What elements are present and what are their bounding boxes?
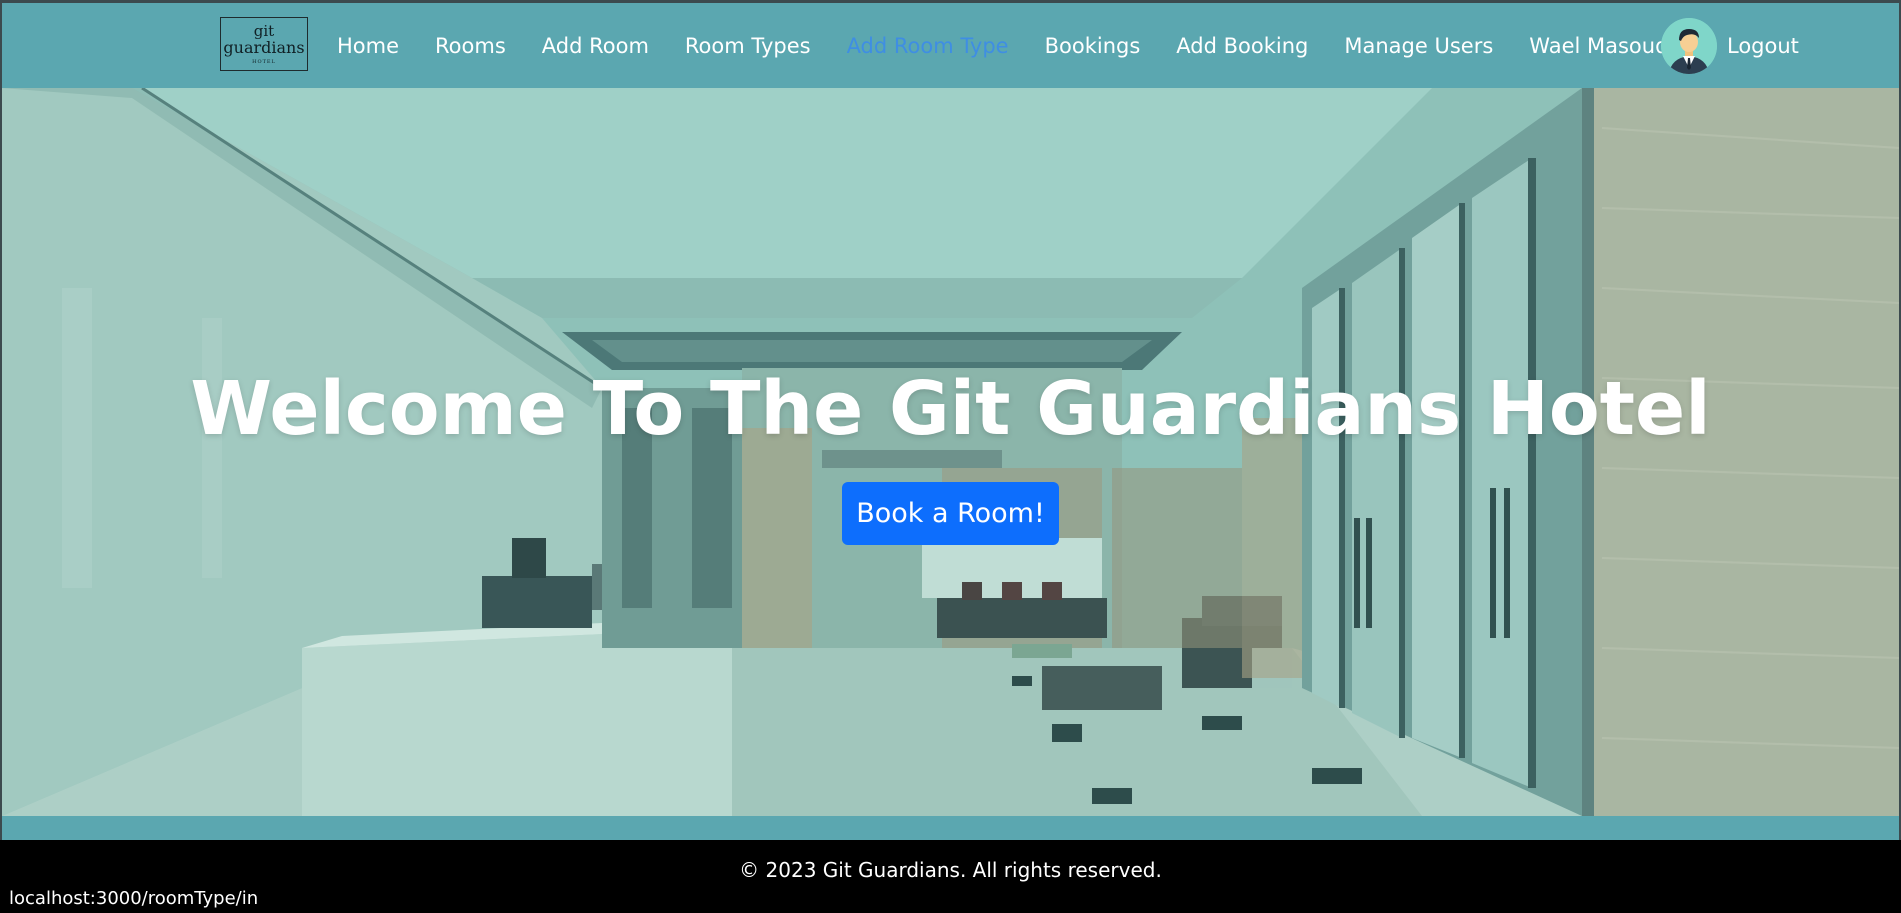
- nav-link-bookings[interactable]: Bookings: [1045, 34, 1141, 58]
- nav-link-rooms[interactable]: Rooms: [435, 34, 506, 58]
- nav-link-add-room[interactable]: Add Room: [542, 34, 649, 58]
- logout-container: Logout: [1727, 3, 1799, 88]
- footer-copyright: © 2023 Git Guardians. All rights reserve…: [739, 858, 1162, 882]
- nav-link-add-booking[interactable]: Add Booking: [1176, 34, 1308, 58]
- user-avatar-icon[interactable]: [1661, 18, 1717, 74]
- nav-link-room-types[interactable]: Room Types: [685, 34, 811, 58]
- footer-top-strip: [2, 816, 1899, 840]
- logo-line-git: git: [253, 21, 275, 40]
- hotel-lobby-background-image: [2, 88, 1899, 816]
- nav-link-add-room-type[interactable]: Add Room Type: [847, 34, 1009, 58]
- logo-line-hotel: HOTEL: [252, 58, 276, 65]
- nav-link-manage-users[interactable]: Manage Users: [1344, 34, 1493, 58]
- hero-section: Welcome To The Git Guardians Hotel Book …: [2, 88, 1899, 816]
- nav-link-user-name[interactable]: Wael Masoud: [1529, 34, 1668, 58]
- avatar-illustration: [1661, 18, 1717, 74]
- logout-link[interactable]: Logout: [1727, 34, 1799, 58]
- hotel-logo[interactable]: git guardians HOTEL: [220, 17, 308, 71]
- status-bar-url: localhost:3000/roomType/in: [0, 884, 267, 913]
- browser-viewport: git guardians HOTEL Home Rooms Add Room …: [0, 0, 1901, 913]
- footer: © 2023 Git Guardians. All rights reserve…: [0, 840, 1901, 913]
- nav-links: Home Rooms Add Room Room Types Add Room …: [337, 3, 1668, 88]
- nav-link-home[interactable]: Home: [337, 34, 399, 58]
- navbar: git guardians HOTEL Home Rooms Add Room …: [2, 3, 1899, 88]
- logo-line-guardians: guardians: [223, 37, 305, 57]
- hero-title: Welcome To The Git Guardians Hotel: [190, 366, 1711, 452]
- book-a-room-button[interactable]: Book a Room!: [842, 482, 1059, 545]
